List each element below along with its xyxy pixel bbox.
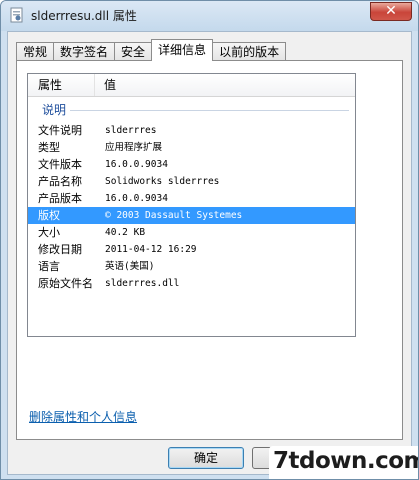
watermark: 7tdown.com [269,446,419,479]
property-name: 大小 [38,226,60,239]
tab-strip: 常规 数字签名 安全 详细信息 以前的版本 [16,39,287,61]
property-name: 产品版本 [38,192,82,205]
table-row[interactable]: 类型 应用程序扩展 [28,139,355,156]
close-button[interactable]: ✕ [370,2,412,21]
table-row[interactable]: 原始文件名 slderrres.dll [28,275,355,292]
group-label: 说明 [42,102,71,118]
property-value: 16.0.0.9034 [105,193,168,204]
property-value: 40.2 KB [105,227,146,238]
property-value: 英语(美国) [105,261,155,272]
table-row[interactable]: 修改日期 2011-04-12 16:29 [28,241,355,258]
column-header-property[interactable]: 属性 [38,74,95,96]
table-row-selected[interactable]: 版权 © 2003 Dassault Systemes [28,207,355,224]
property-name: 文件版本 [38,158,82,171]
property-value: slderrres [105,125,157,136]
table-row[interactable]: 文件版本 16.0.0.9034 [28,156,355,173]
remove-properties-link[interactable]: 删除属性和个人信息 [29,408,137,425]
table-row[interactable]: 语言 英语(美国) [28,258,355,275]
details-panel: 属性 值 说明 文件说明 slderrres 类型 应用程序扩展 文件版本 16… [16,60,403,440]
tab-digital-signatures[interactable]: 数字签名 [53,42,116,61]
property-value: 应用程序扩展 [105,142,163,153]
property-name: 原始文件名 [38,277,93,290]
property-name: 修改日期 [38,243,82,256]
tab-details[interactable]: 详细信息 [151,39,214,61]
details-list[interactable]: 属性 值 说明 文件说明 slderrres 类型 应用程序扩展 文件版本 16… [27,73,356,337]
property-name: 版权 [38,209,60,222]
list-header: 属性 值 [28,74,355,97]
table-row[interactable]: 大小 40.2 KB [28,224,355,241]
dialog-body: 常规 数字签名 安全 详细信息 以前的版本 属性 值 说明 文件说明 slder… [7,31,412,475]
property-name: 语言 [38,260,60,273]
tab-security[interactable]: 安全 [114,42,153,61]
title-bar[interactable]: slderrresu.dll 属性 ✕ [1,1,418,31]
group-header-description: 说明 [28,102,355,118]
window-title: slderrresu.dll 属性 [31,9,137,23]
ok-button[interactable]: 确定 [168,447,244,469]
column-header-value[interactable]: 值 [104,74,116,96]
property-value: slderrres.dll [105,278,180,289]
table-row[interactable]: 产品版本 16.0.0.9034 [28,190,355,207]
property-value: 2011-04-12 16:29 [105,244,197,255]
table-row[interactable]: 产品名称 Solidworks slderrres [28,173,355,190]
close-icon: ✕ [385,3,397,19]
property-name: 类型 [38,141,60,154]
tab-general[interactable]: 常规 [16,42,55,61]
table-row[interactable]: 文件说明 slderrres [28,122,355,139]
property-name: 文件说明 [38,124,82,137]
properties-dialog: slderrresu.dll 属性 ✕ 常规 数字签名 安全 详细信息 以前的版… [0,0,419,480]
property-value: Solidworks slderrres [105,176,220,187]
dll-file-icon [10,7,23,23]
property-value: 16.0.0.9034 [105,159,168,170]
group-divider [42,110,349,111]
property-value: © 2003 Dassault Systemes [105,210,243,221]
watermark-text: 7tdown.com [273,448,419,474]
tab-previous-versions[interactable]: 以前的版本 [212,42,287,61]
property-name: 产品名称 [38,175,82,188]
